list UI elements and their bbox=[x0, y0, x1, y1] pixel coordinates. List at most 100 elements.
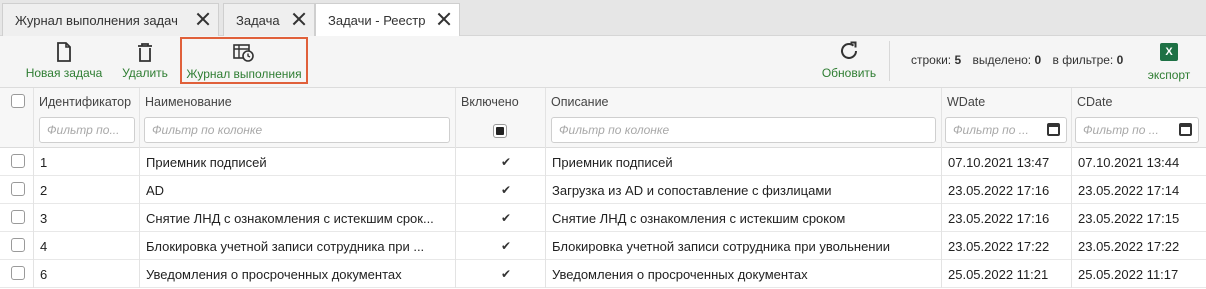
filter-count: 0 bbox=[1116, 53, 1124, 67]
tab-task-journal[interactable]: Журнал выполнения задач bbox=[2, 3, 219, 36]
cell-text: 23.05.2022 17:15 bbox=[1078, 211, 1180, 226]
new-task-label: Новая задача bbox=[25, 66, 103, 80]
cell-text: 07.10.2021 13:44 bbox=[1078, 155, 1180, 170]
cell-id: 2 bbox=[34, 176, 140, 204]
cell-name: Уведомления о просроченных документах bbox=[140, 260, 456, 288]
table-row[interactable]: 2 AD ✔ Загрузка из AD и сопоставление с физ… bbox=[0, 176, 1206, 204]
cell-text: 07.10.2021 13:47 bbox=[948, 155, 1050, 170]
refresh-button[interactable]: Обновить bbox=[819, 36, 879, 84]
refresh-icon bbox=[841, 41, 857, 59]
column-title: CDate bbox=[1077, 95, 1113, 109]
column-header-id[interactable]: Идентификатор Фильтр по... bbox=[34, 88, 140, 148]
cell-description: Блокировка учетной записи сотрудника при… bbox=[546, 232, 942, 260]
column-header-enabled[interactable]: Включено bbox=[456, 88, 546, 148]
row-select-checkbox[interactable] bbox=[11, 210, 25, 224]
filter-description-input[interactable]: Фильтр по колонке bbox=[551, 117, 936, 143]
cell-text: Уведомления о просроченных документах bbox=[146, 267, 402, 282]
calendar-icon[interactable] bbox=[1179, 123, 1192, 136]
cell-text: Уведомления о просроченных документах bbox=[552, 267, 808, 282]
tab-label: Задача bbox=[236, 12, 280, 28]
cell-enabled: ✔ bbox=[456, 232, 546, 260]
cell-text: 2 bbox=[40, 183, 48, 198]
enabled-check-icon: ✔ bbox=[501, 155, 512, 169]
cell-description: Приемник подписей bbox=[546, 148, 942, 176]
cell-id: 1 bbox=[34, 148, 140, 176]
cell-text: 6 bbox=[40, 267, 48, 282]
enabled-check-icon: ✔ bbox=[501, 239, 512, 253]
grid-stats: строки: 5 выделено: 0 в фильтре: 0 bbox=[911, 53, 1131, 67]
cell-text: 23.05.2022 17:14 bbox=[1078, 183, 1180, 198]
row-select-checkbox[interactable] bbox=[11, 182, 25, 196]
row-select-checkbox[interactable] bbox=[11, 154, 25, 168]
cell-text: Снятие ЛНД с ознакомления с истекшим сро… bbox=[146, 211, 434, 226]
execution-journal-button[interactable]: Журнал выполнения bbox=[180, 37, 308, 84]
toolbar: Новая задача Удалить Журнал выполнения О… bbox=[0, 36, 1206, 88]
cell-name: Блокировка учетной записи сотрудника при… bbox=[140, 232, 456, 260]
cell-text: Загрузка из AD и сопоставление с физлица… bbox=[552, 183, 832, 198]
column-header-name[interactable]: Наименование Фильтр по колонке bbox=[140, 88, 456, 148]
export-label: экспорт bbox=[1147, 68, 1191, 82]
filter-label: в фильтре: bbox=[1052, 53, 1114, 67]
selected-count: 0 bbox=[1034, 53, 1042, 67]
close-icon[interactable] bbox=[437, 12, 451, 26]
table-row[interactable]: 6 Уведомления о просроченных документах ✔ У… bbox=[0, 260, 1206, 288]
column-title: Включено bbox=[461, 95, 519, 109]
cell-wdate: 23.05.2022 17:16 bbox=[942, 176, 1072, 204]
filter-name-input[interactable]: Фильтр по колонке bbox=[144, 117, 450, 143]
cell-wdate: 23.05.2022 17:16 bbox=[942, 204, 1072, 232]
cell-text: 25.05.2022 11:17 bbox=[1078, 267, 1179, 282]
trash-icon bbox=[138, 43, 152, 62]
cell-enabled: ✔ bbox=[456, 148, 546, 176]
cell-cdate: 23.05.2022 17:22 bbox=[1072, 232, 1206, 260]
selected-label: выделено: bbox=[972, 53, 1032, 67]
cell-sel bbox=[0, 204, 34, 232]
cell-text: 4 bbox=[40, 239, 48, 254]
close-icon[interactable] bbox=[292, 12, 306, 26]
filter-cdate-input[interactable]: Фильтр по ... bbox=[1075, 117, 1199, 143]
calendar-icon[interactable] bbox=[1047, 123, 1060, 136]
delete-button[interactable]: Удалить bbox=[117, 36, 173, 84]
execution-journal-label: Журнал выполнения bbox=[186, 67, 302, 81]
cell-text: Приемник подписей bbox=[552, 155, 673, 170]
cell-text: 3 bbox=[40, 211, 48, 226]
filter-wdate-placeholder: Фильтр по ... bbox=[953, 123, 1029, 137]
refresh-label: Обновить bbox=[821, 66, 877, 80]
cell-name: Приемник подписей bbox=[140, 148, 456, 176]
cell-text: Блокировка учетной записи сотрудника при… bbox=[146, 239, 425, 254]
cell-enabled: ✔ bbox=[456, 260, 546, 288]
header-select-cell bbox=[0, 88, 34, 148]
select-all-checkbox[interactable] bbox=[11, 94, 25, 108]
cell-description: Снятие ЛНД с ознакомления с истекшим сро… bbox=[546, 204, 942, 232]
new-task-button[interactable]: Новая задача bbox=[22, 36, 106, 84]
cell-id: 3 bbox=[34, 204, 140, 232]
export-button[interactable]: X экспорт bbox=[1143, 36, 1195, 84]
excel-icon: X bbox=[1160, 43, 1178, 61]
filter-enabled-checkbox[interactable] bbox=[493, 124, 507, 138]
cell-text: Блокировка учетной записи сотрудника при… bbox=[552, 239, 891, 254]
enabled-check-icon: ✔ bbox=[501, 267, 512, 281]
rows-label: строки: bbox=[911, 53, 952, 67]
cell-name: Снятие ЛНД с ознакомления с истекшим сро… bbox=[140, 204, 456, 232]
toolbar-divider bbox=[889, 41, 890, 81]
column-title: Идентификатор bbox=[39, 95, 132, 109]
tab-task[interactable]: Задача bbox=[223, 3, 315, 36]
cell-text: 23.05.2022 17:16 bbox=[948, 183, 1050, 198]
column-header-wdate[interactable]: WDate Фильтр по ... bbox=[942, 88, 1072, 148]
table-row[interactable]: 4 Блокировка учетной записи сотрудника пр… bbox=[0, 232, 1206, 260]
column-header-description[interactable]: Описание Фильтр по колонке bbox=[546, 88, 942, 148]
table-row[interactable]: 3 Снятие ЛНД с ознакомления с истекшим ср… bbox=[0, 204, 1206, 232]
cell-sel bbox=[0, 232, 34, 260]
cell-wdate: 25.05.2022 11:21 bbox=[942, 260, 1072, 288]
cell-cdate: 23.05.2022 17:15 bbox=[1072, 204, 1206, 232]
cell-cdate: 23.05.2022 17:14 bbox=[1072, 176, 1206, 204]
row-select-checkbox[interactable] bbox=[11, 266, 25, 280]
close-icon[interactable] bbox=[196, 12, 210, 26]
tab-tasks-registry[interactable]: Задачи - Реестр bbox=[315, 3, 460, 37]
cell-text: 23.05.2022 17:22 bbox=[948, 239, 1050, 254]
column-title: WDate bbox=[947, 95, 986, 109]
table-row[interactable]: 1 Приемник подписей ✔ Приемник подписей 07.1… bbox=[0, 148, 1206, 176]
row-select-checkbox[interactable] bbox=[11, 238, 25, 252]
filter-id-input[interactable]: Фильтр по... bbox=[39, 117, 135, 143]
column-header-cdate[interactable]: CDate Фильтр по ... bbox=[1072, 88, 1206, 148]
filter-wdate-input[interactable]: Фильтр по ... bbox=[945, 117, 1067, 143]
